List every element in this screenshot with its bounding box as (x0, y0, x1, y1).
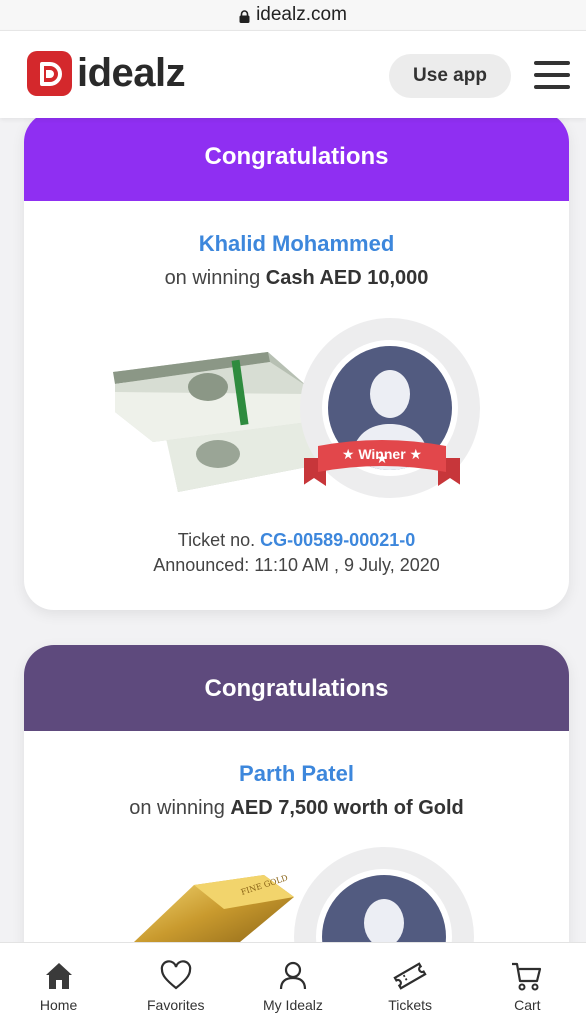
bottom-navigation: Home Favorites My Idealz Tickets Cart (0, 942, 586, 1024)
winner-card-1: Congratulations Khalid Mohammed on winni… (24, 112, 569, 610)
idealz-logo[interactable]: idealz (27, 51, 186, 96)
ribbon-label: ★ Winner ★ (341, 446, 423, 462)
browser-url-bar[interactable]: idealz.com (0, 0, 586, 30)
ticket-icon (393, 962, 427, 990)
prize-line: on winning Cash AED 10,000 (164, 267, 429, 289)
winner-name: Parth Patel (239, 761, 354, 786)
prize-name: AED 7,500 worth of Gold (230, 797, 464, 819)
ticket-line: Ticket no. CG-00589-00021-0 (177, 530, 416, 550)
cart-icon (512, 962, 542, 991)
hamburger-menu-icon[interactable] (534, 61, 570, 91)
home-icon (45, 963, 72, 989)
card-heading: Congratulations (24, 645, 569, 731)
nav-cart[interactable]: Cart (469, 943, 586, 1024)
prize-name: Cash AED 10,000 (265, 267, 429, 289)
prize-line: on winning AED 7,500 worth of Gold (129, 797, 464, 819)
nav-my-idealz[interactable]: My Idealz (234, 943, 351, 1024)
card-heading: Congratulations (24, 112, 569, 201)
user-icon (279, 961, 307, 990)
logo-mark-icon (27, 51, 72, 96)
nav-home[interactable]: Home (0, 943, 117, 1024)
nav-tickets[interactable]: Tickets (352, 943, 469, 1024)
winner-avatar: ★ ★ Winner ★ (300, 318, 480, 498)
nav-favorites[interactable]: Favorites (117, 943, 234, 1024)
announced-date: Announced: 11:10 AM , 9 July, 2020 (153, 555, 440, 575)
ticket-number: CG-00589-00021-0 (260, 530, 416, 550)
lock-icon (239, 9, 250, 23)
site-header: idealz Use app (0, 30, 586, 118)
use-app-button[interactable]: Use app (389, 54, 511, 98)
browser-url: idealz.com (256, 4, 347, 25)
logo-text: idealz (77, 51, 186, 95)
winner-ribbon: ★ (304, 440, 460, 486)
heart-icon (160, 960, 192, 990)
winner-name: Khalid Mohammed (198, 231, 395, 256)
